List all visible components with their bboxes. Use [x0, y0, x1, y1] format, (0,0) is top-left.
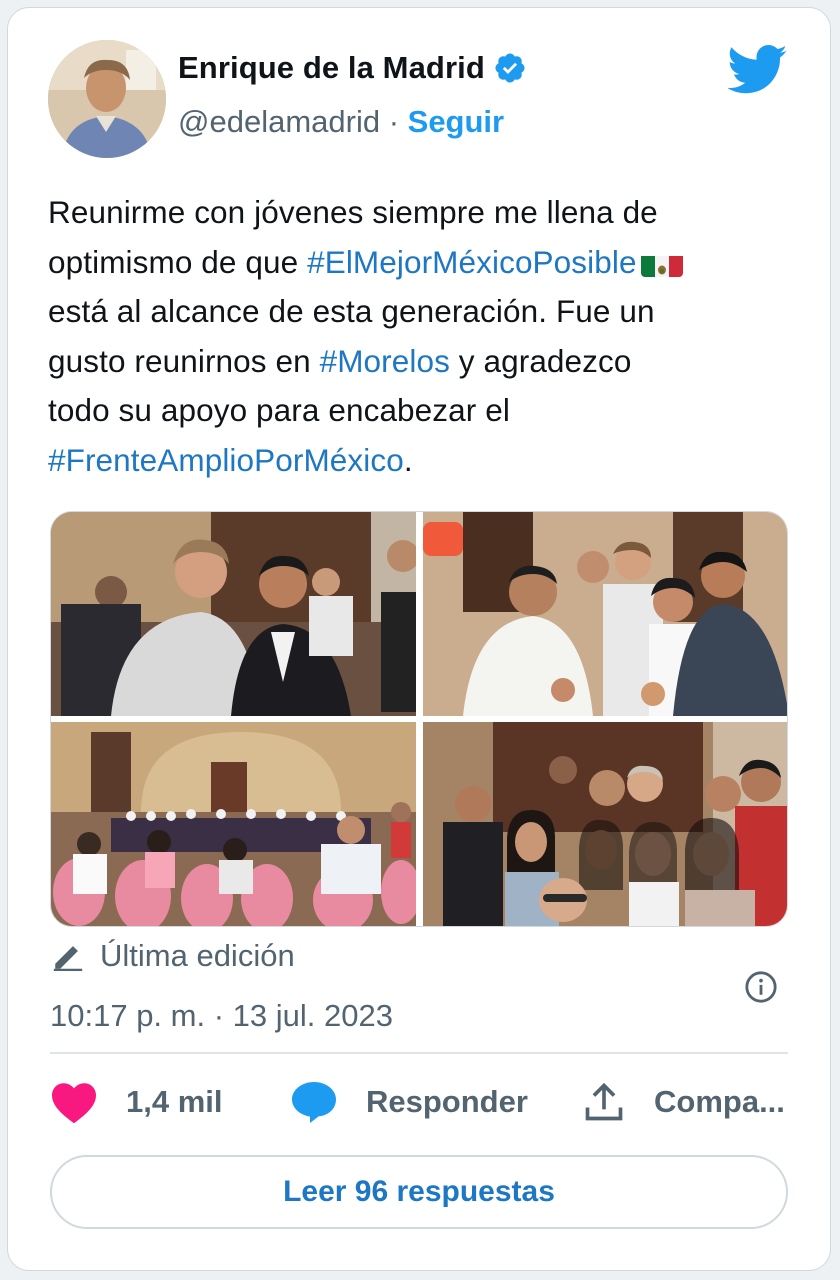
photo-grid: [50, 511, 788, 927]
photo-group-portrait[interactable]: [423, 722, 787, 926]
photo-grid-divider-h: [51, 716, 787, 722]
mexico-flag-icon: [640, 249, 683, 277]
speech-bubble-icon: [292, 1082, 336, 1123]
divider: [50, 1052, 788, 1054]
photo-group-selfie[interactable]: [423, 512, 787, 716]
hashtag-el-mejor-mexico-posible[interactable]: #ElMejorMéxicoPosible: [307, 244, 636, 280]
tweet-text: Reunirme con jóvenes siempre me llena de…: [48, 188, 798, 485]
tweet-line-5: todo su apoyo para encabezar el: [48, 392, 510, 428]
info-icon[interactable]: [744, 970, 778, 1004]
tweet-line-3: está al alcance de esta generación. Fue …: [48, 293, 655, 329]
handle-row: @edelamadrid · Seguir: [178, 104, 504, 140]
author-handle[interactable]: @edelamadrid: [178, 104, 380, 139]
timestamp[interactable]: 10:17 p. m. · 13 jul. 2023: [50, 998, 393, 1034]
tweet-line-4-text: gusto reunirnos en: [48, 342, 320, 379]
read-replies-button[interactable]: Leer 96 respuestas: [50, 1155, 788, 1229]
hashtag-frente-amplio-por-mexico[interactable]: #FrenteAmplioPorMéxico: [48, 442, 404, 478]
photo-meeting-hall[interactable]: [51, 722, 416, 926]
edited-label: Última edición: [100, 938, 295, 973]
action-bar: 1,4 mil Responder Compa...: [50, 1080, 790, 1130]
reply-button[interactable]: Responder: [290, 1080, 528, 1124]
pencil-icon: [53, 946, 83, 972]
tweet-line-1: Reunirme con jóvenes siempre me llena de: [48, 194, 658, 230]
heart-icon: [52, 1083, 96, 1124]
tweet-line-6: #FrenteAmplioPorMéxico.: [48, 436, 798, 486]
avatar[interactable]: [48, 40, 166, 158]
share-button[interactable]: Compa...: [582, 1080, 785, 1124]
hashtag-morelos[interactable]: #Morelos: [320, 343, 450, 379]
tweet-line-4: gusto reunirnos en #Morelos y agradezco: [48, 337, 798, 387]
tweet-line-4-end: y agradezco: [449, 342, 632, 379]
photo-two-men-portrait[interactable]: [51, 512, 416, 716]
twitter-bird-icon[interactable]: [728, 45, 788, 95]
like-button[interactable]: 1,4 mil: [50, 1080, 223, 1124]
reply-label: Responder: [366, 1084, 528, 1119]
tweet-line-2-text: optimismo de que: [48, 243, 308, 280]
author-name[interactable]: Enrique de la Madrid: [178, 50, 485, 86]
author-name-row: Enrique de la Madrid: [178, 50, 527, 86]
verified-badge-icon: [495, 53, 525, 83]
share-label: Compa...: [654, 1084, 785, 1119]
share-icon: [585, 1082, 623, 1121]
like-count: 1,4 mil: [126, 1084, 223, 1119]
tweet-line-2: optimismo de que #ElMejorMéxicoPosible: [48, 238, 798, 288]
handle-separator: ·: [380, 104, 408, 139]
follow-button[interactable]: Seguir: [408, 104, 504, 139]
tweet-line-6-end: .: [403, 441, 413, 478]
edited-row[interactable]: Última edición: [50, 938, 295, 974]
